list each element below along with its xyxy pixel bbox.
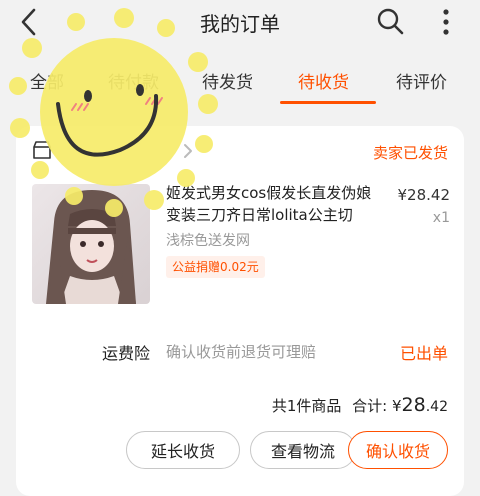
shipping-insurance-description: 确认收货前退货可理赔 bbox=[166, 343, 317, 361]
active-tab-indicator bbox=[280, 101, 376, 104]
total-label: 合计: bbox=[352, 397, 388, 415]
product-thumbnail[interactable] bbox=[32, 184, 150, 304]
more-vertical-icon[interactable] bbox=[436, 6, 456, 38]
total-amount-decimal: .42 bbox=[425, 399, 448, 415]
order-tabs: 全部 待付款 待发货 待收货 待评价 bbox=[0, 56, 480, 106]
tab-pending-receipt[interactable]: 待收货 bbox=[298, 68, 349, 93]
tab-pending-shipment[interactable]: 待发货 bbox=[202, 68, 253, 93]
product-name[interactable]: 姬发式男女cos假发长直发伪娘变装三刀齐日常lolita公主切 bbox=[166, 182, 381, 226]
confirm-receipt-button[interactable]: 确认收货 bbox=[348, 431, 448, 469]
item-count: 共1件商品 bbox=[271, 397, 342, 415]
page-title: 我的订单 bbox=[200, 12, 280, 36]
order-summary: 共1件商品 合计: ¥28.42 bbox=[272, 394, 448, 416]
product-price: ¥28.42 bbox=[397, 186, 451, 204]
shop-icon bbox=[33, 141, 51, 159]
tab-pending-review[interactable]: 待评价 bbox=[396, 68, 447, 93]
shipping-insurance-status: 已出单 bbox=[399, 344, 448, 363]
top-bar: 我的订单 bbox=[0, 0, 480, 46]
extend-receipt-button[interactable]: 延长收货 bbox=[126, 431, 240, 469]
order-status: 卖家已发货 bbox=[372, 144, 448, 162]
total-currency: ¥ bbox=[392, 397, 402, 415]
product-variant: 浅棕色送发网 bbox=[166, 233, 250, 249]
chevron-right-icon[interactable] bbox=[182, 142, 194, 160]
view-logistics-button[interactable]: 查看物流 bbox=[250, 431, 356, 469]
tab-all[interactable]: 全部 bbox=[30, 68, 64, 93]
tab-pending-payment[interactable]: 待付款 bbox=[108, 68, 159, 93]
shipping-insurance-label: 运费险 bbox=[102, 344, 151, 363]
search-icon[interactable] bbox=[375, 6, 405, 36]
total-amount-integer: 28 bbox=[401, 394, 426, 416]
order-card[interactable]: 卖家已发货 姬发式男女cos假发长直发伪娘变装三刀齐日常lolita公主切 ¥2… bbox=[16, 126, 464, 496]
product-quantity: x1 bbox=[432, 210, 450, 226]
charity-badge: 公益捐赠0.02元 bbox=[166, 256, 265, 278]
